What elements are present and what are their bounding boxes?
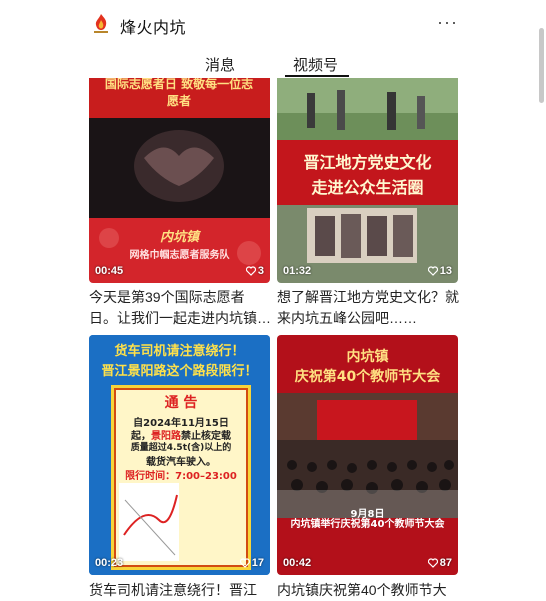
banner-top-text: 国际志愿者日 致敬每一位志愿者: [104, 78, 254, 108]
more-icon[interactable]: ···: [437, 12, 458, 33]
video-card-traffic-notice[interactable]: 货车司机请注意绕行！ 晋江景阳路这个路段限行！ 通 告 自2024年11月15日…: [89, 335, 270, 601]
like-count: 3: [245, 265, 264, 277]
video-card-teachers-day[interactable]: 内坑镇 庆祝第40个教师节大会 9月8日 内坑镇举行庆祝第40个教师节大会 00…: [277, 335, 458, 601]
video-card-party-history[interactable]: 晋江地方党史文化 走进公众生活圈 01:32 13 想了解晋江地方党史文化？就来…: [277, 78, 460, 329]
thumbnail-headline-1: 内坑镇: [346, 349, 389, 365]
tab-video-channel[interactable]: 视频号: [293, 54, 338, 75]
like-count: 13: [427, 265, 452, 277]
like-count-value: 3: [257, 265, 264, 277]
notice-line-3: 质量超过4.5t(含)以上的: [130, 443, 232, 453]
scrollbar-thumb[interactable]: [539, 28, 544, 103]
video-thumbnail: 货车司机请注意绕行！ 晋江景阳路这个路段限行！ 通 告 自2024年11月15日…: [89, 335, 270, 575]
thumbnail-headline-2: 晋江景阳路这个路段限行！: [101, 364, 258, 379]
video-caption[interactable]: 货车司机请注意绕行！晋江: [89, 580, 272, 601]
tab-messages[interactable]: 消息: [205, 54, 235, 75]
video-duration: 00:42: [283, 557, 312, 569]
video-caption[interactable]: 内坑镇庆祝第40个教师节大: [277, 580, 460, 601]
video-duration: 01:32: [283, 265, 312, 277]
video-duration: 00:23: [95, 557, 124, 569]
banner-bottom-title: 内坑镇: [159, 230, 199, 245]
heart-icon: [239, 558, 250, 568]
like-count-value: 87: [439, 557, 452, 569]
notice-line-4: 载货汽车驶入。: [146, 457, 216, 468]
tab-bar: 消息 视频号: [0, 48, 546, 78]
notice-title: 通 告: [164, 395, 198, 411]
active-tab-indicator: [285, 75, 349, 77]
video-duration: 00:45: [95, 265, 124, 277]
thumbnail-footer: 内坑镇举行庆祝第40个教师节大会: [290, 519, 445, 530]
thumbnail-headline-2: 走进公众生活圈: [311, 178, 424, 197]
app-header: 烽火内坑 ···: [0, 0, 546, 48]
like-count-value: 13: [439, 265, 452, 277]
video-thumbnail: 国际志愿者日 致敬每一位志愿者 内坑镇 网格巾帼志愿者服务队 00:45 3: [89, 78, 270, 283]
thumbnail-headline-1: 晋江地方党史文化: [303, 153, 432, 172]
video-thumbnail: 内坑镇 庆祝第40个教师节大会 9月8日 内坑镇举行庆祝第40个教师节大会 00…: [277, 335, 458, 575]
flame-logo-icon: [94, 14, 108, 33]
like-count-value: 17: [251, 557, 264, 569]
banner-bottom-subtitle: 网格巾帼志愿者服务队: [129, 250, 230, 261]
heart-icon: [245, 266, 256, 276]
notice-time: 限行时间：7:00–23:00: [125, 471, 237, 482]
video-thumbnail: 晋江地方党史文化 走进公众生活圈 01:32 13: [277, 78, 458, 283]
thumbnail-headline-2: 庆祝第40个教师节大会: [294, 369, 441, 385]
heart-icon: [427, 558, 438, 568]
like-count: 87: [427, 557, 452, 569]
video-caption[interactable]: 想了解晋江地方党史文化？就来内坑五峰公园吧……: [277, 287, 460, 329]
video-card-volunteer[interactable]: 国际志愿者日 致敬每一位志愿者 内坑镇 网格巾帼志愿者服务队 00:45 3 今…: [89, 78, 272, 329]
page-title: 烽火内坑: [120, 20, 187, 37]
heart-icon: [427, 266, 438, 276]
thumbnail-headline-1: 货车司机请注意绕行！: [114, 344, 245, 359]
like-count: 17: [239, 557, 264, 569]
video-caption[interactable]: 今天是第39个国际志愿者日。让我们一起走进内坑镇…: [89, 287, 272, 329]
